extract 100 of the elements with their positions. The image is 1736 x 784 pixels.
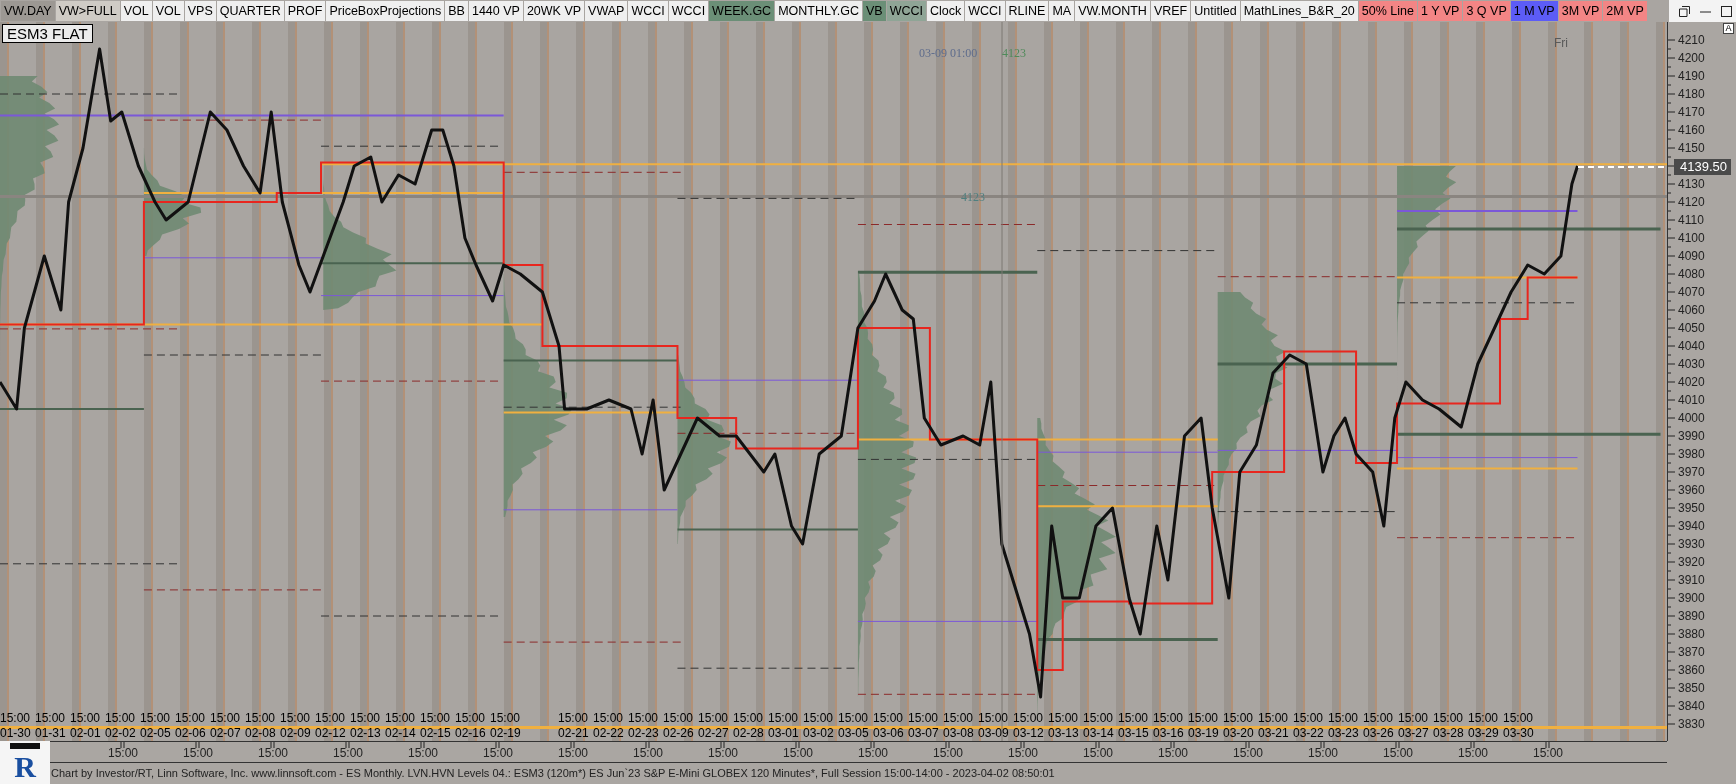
date-label: 02-05 [140,726,171,741]
date-label: 02-21 [558,726,589,741]
time-label: 15:00 [1503,711,1534,726]
autoscale-button[interactable]: A [1723,23,1734,34]
date-label: 02-15 [420,726,451,741]
price-label: 4210 [1678,33,1705,47]
time-axis-label: 15:00 [708,746,740,762]
date-label: 02-02 [105,726,136,741]
price-label: 3870 [1678,645,1705,659]
date-label: 03-23 [1328,726,1359,741]
toolbar-button[interactable]: PriceBoxProjections [326,1,445,21]
maximize-icon[interactable] [1721,5,1732,17]
time-label: 15:00 [768,711,799,726]
toolbar-button[interactable]: WCCI [628,1,668,21]
date-label: 02-12 [315,726,346,741]
toolbar-button[interactable]: VOL [152,1,184,21]
time-label: 15:00 [628,711,659,726]
toolbar-button[interactable]: 20WK VP [523,1,585,21]
date-label: 02-01 [70,726,101,741]
price-label: 4020 [1678,375,1705,389]
toolbar-button[interactable]: 3 Q VP [1463,1,1510,21]
price-label: 3860 [1678,663,1705,677]
price-label: 4060 [1678,303,1705,317]
toolbar-button[interactable]: VPS [184,1,216,21]
crosshair-price-label: 4123 [1002,45,1026,62]
toolbar-button[interactable]: VOL [120,1,152,21]
time-label: 15:00 [245,711,276,726]
time-label: 15:00 [455,711,486,726]
toolbar-button[interactable]: VWAP [585,1,628,21]
toolbar-button[interactable]: 1 Y VP [1417,1,1463,21]
toolbar-button[interactable]: VW.MONTH [1075,1,1150,21]
date-label: 01-31 [35,726,66,741]
date-label: 02-13 [350,726,381,741]
toolbar-button[interactable]: PROF [284,1,326,21]
time-axis-label: 15:00 [258,746,290,762]
toolbar-button[interactable]: MA [1049,1,1075,21]
price-label: 3950 [1678,501,1705,515]
time-axis-label: 15:00 [1008,746,1040,762]
toolbar-button[interactable]: WCCI [886,1,926,21]
footer-caption: Chart by Investor/RT, Linn Software, Inc. www.linnsoft.com - ES Monthly. LVN.HVN Levels 04.: ESM3 (120m*) ES Jun`23 S&P E-Mini GLOBEX 120 Minutes*, Full Session 15:00-14:00 - 2023-04-02 08:50:01 [50,766,1056,781]
date-label: 02-14 [385,726,416,741]
date-label: 03-07 [908,726,939,741]
toolbar-button[interactable]: Untitled [1191,1,1240,21]
time-axis-label: 15:00 [1308,746,1340,762]
toolbar-button[interactable]: VREF [1150,1,1191,21]
price-label: 4190 [1678,69,1705,83]
toolbar-button[interactable]: 1 M VP [1510,1,1558,21]
toolbar-button[interactable]: MONTHLY.GC [775,1,862,21]
time-label: 15:00 [1118,711,1149,726]
date-label: 03-27 [1398,726,1429,741]
time-axis-label: 15:00 [483,746,515,762]
price-label: 3940 [1678,519,1705,533]
crosshair-price-label: 4123 [961,189,985,206]
toolbar-button[interactable]: VB [862,1,886,21]
time-axis-label: 15:00 [1158,746,1190,762]
date-label: 03-21 [1258,726,1289,741]
toolbar-button[interactable]: 50% Line [1358,1,1417,21]
toolbar-button[interactable]: Clock [927,1,965,21]
time-label: 15:00 [1363,711,1394,726]
toolbar-button[interactable]: WCCI [965,1,1005,21]
date-label: 02-08 [245,726,276,741]
toolbar-button[interactable]: WEEK.GC [709,1,775,21]
toolbar-button[interactable]: QUARTER [216,1,284,21]
price-label: 3990 [1678,429,1705,443]
crosshair-time-label: 03-09 01:00 [919,45,978,62]
time-label: 15:00 [70,711,101,726]
date-label: 03-30 [1503,726,1534,741]
toolbar-button[interactable]: MathLines_B&R_20 [1240,1,1358,21]
restore-icon[interactable] [1679,5,1690,17]
toolbar-button[interactable]: WCCI [668,1,709,21]
time-axis-label: 15:00 [108,746,140,762]
toolbar-button[interactable]: VW>FULL [55,1,120,21]
time-label: 15:00 [1468,711,1499,726]
time-axis-label: 15:00 [408,746,440,762]
time-label: 15:00 [803,711,834,726]
date-label: 02-27 [698,726,729,741]
price-label: 4180 [1678,87,1705,101]
time-axis-label: 15:00 [1083,746,1115,762]
toolbar-button[interactable]: BB [445,1,468,21]
toolbar-button[interactable]: 3M VP [1558,1,1603,21]
price-label: 4040 [1678,339,1705,353]
price-label: 4010 [1678,393,1705,407]
date-label: 03-12 [1013,726,1044,741]
time-label: 15:00 [943,711,974,726]
price-label: 3900 [1678,591,1705,605]
time-label: 15:00 [1293,711,1324,726]
price-label: 4080 [1678,267,1705,281]
toolbar-button[interactable]: VW.DAY [1,1,55,21]
date-label: 03-05 [838,726,869,741]
price-label: 4130 [1678,177,1705,191]
date-label: 03-08 [943,726,974,741]
time-axis-label: 15:00 [633,746,665,762]
toolbar-button[interactable]: RLINE [1005,1,1049,21]
logo-banner-icon [10,743,40,749]
price-label: 4090 [1678,249,1705,263]
time-label: 15:00 [663,711,694,726]
time-label: 15:00 [1433,711,1464,726]
toolbar-button[interactable]: 1440 VP [468,1,523,21]
toolbar-button[interactable]: 2M VP [1603,1,1647,21]
time-label: 15:00 [1258,711,1289,726]
